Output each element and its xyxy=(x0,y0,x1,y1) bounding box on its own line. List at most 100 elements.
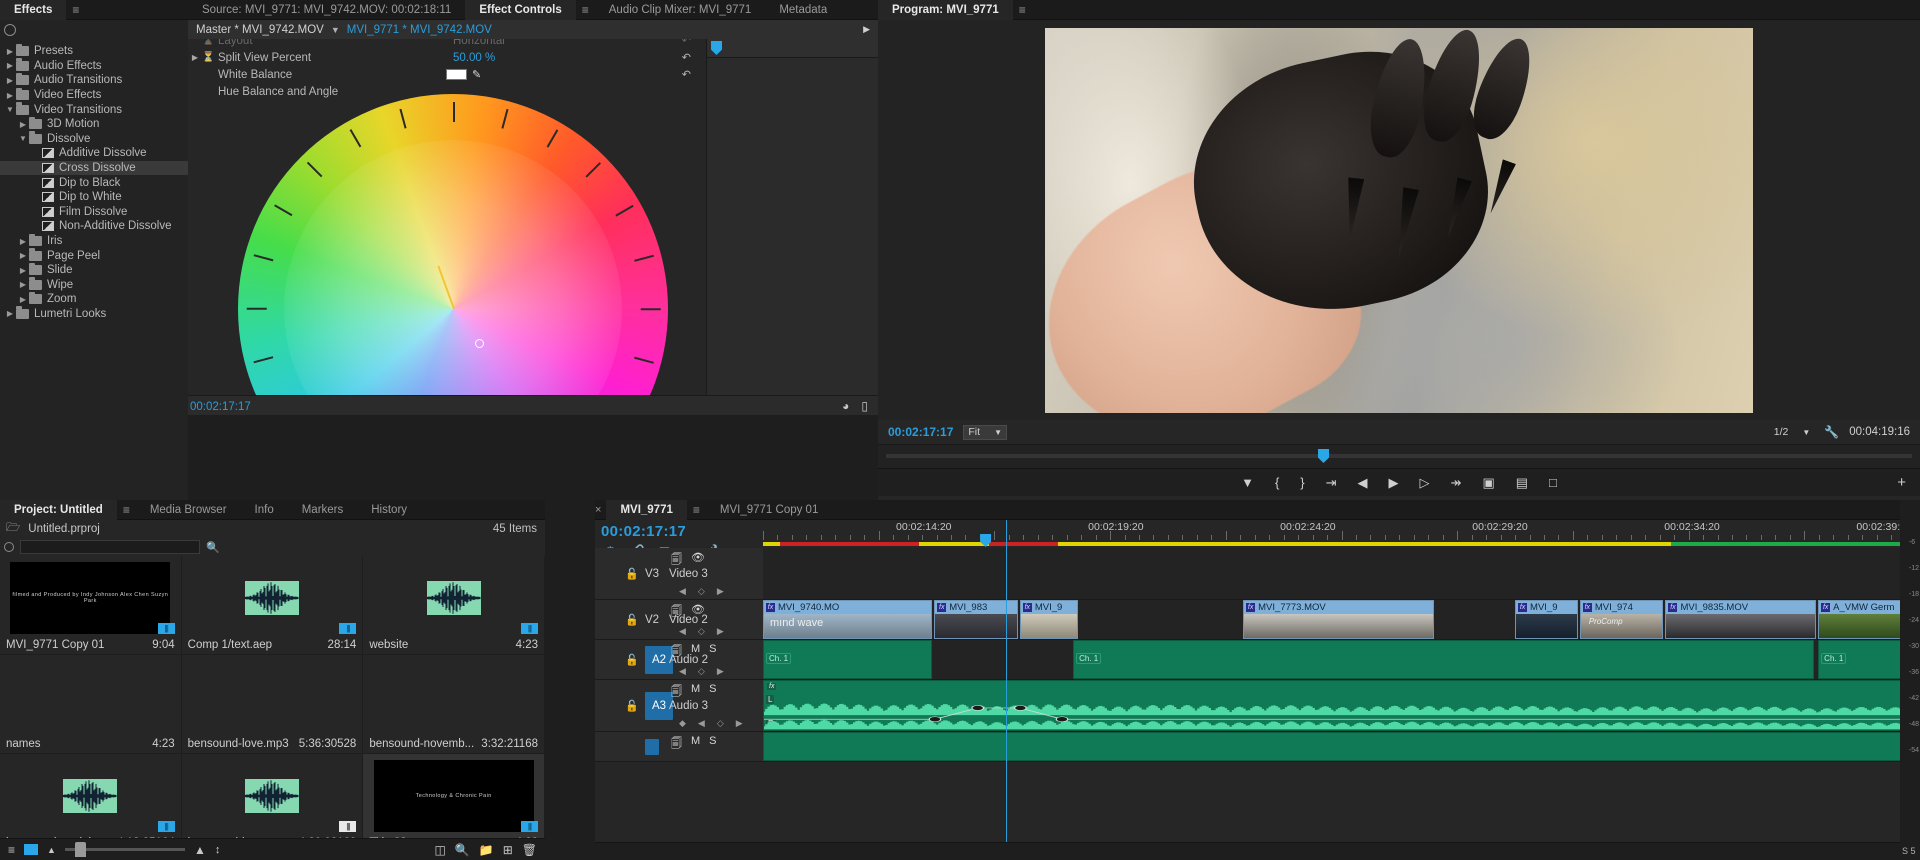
track-id-v2[interactable]: V2 xyxy=(645,614,659,626)
tab-media-browser[interactable]: Media Browser xyxy=(136,500,241,520)
video-clip[interactable]: fxMVI_974ProComp xyxy=(1580,600,1663,639)
track-header-v3[interactable]: 🔓V3Video 3🗐👁◀◇▶ xyxy=(595,548,763,599)
tab-markers[interactable]: Markers xyxy=(288,500,358,520)
zoom-out-icon[interactable]: ◕ xyxy=(842,399,849,413)
new-bin-icon[interactable]: 📁 xyxy=(479,843,494,857)
program-scrub-playhead[interactable] xyxy=(1318,449,1329,463)
project-item[interactable]: |||Comp 1/text.aep28:14 xyxy=(182,556,364,655)
effect-controls-timecode[interactable]: 00:02:17:17 xyxy=(190,401,251,413)
search-icon[interactable] xyxy=(4,542,14,552)
sync-lock-icon[interactable]: 🗐 xyxy=(671,735,682,754)
panel-menu-icon[interactable]: ≡ xyxy=(687,503,706,517)
zoom-level-select[interactable]: Fit ▼ xyxy=(963,425,1007,440)
effects-tree-item-wipe[interactable]: ▶Wipe xyxy=(0,278,188,293)
close-icon[interactable]: × xyxy=(595,504,606,516)
volume-keyframe-rubberband[interactable] xyxy=(764,681,1919,730)
eye-icon[interactable]: 👁 xyxy=(691,551,705,570)
twirl-icon[interactable]: ▶ xyxy=(17,237,29,246)
solo-icon[interactable]: S xyxy=(709,643,716,662)
mute-icon[interactable]: M xyxy=(691,683,700,702)
audio-clip[interactable]: Ch. 1 xyxy=(1073,640,1813,679)
icon-view-icon[interactable] xyxy=(24,844,38,855)
keyframe-nav-button[interactable]: ◀ xyxy=(679,626,686,637)
effects-tree-item-audio-transitions[interactable]: ▶Audio Transitions xyxy=(0,73,188,88)
go-to-in-button[interactable]: ⇥ xyxy=(1326,476,1337,489)
keyframe-nav-button[interactable]: ◇ xyxy=(698,626,705,637)
mute-icon[interactable]: M xyxy=(691,735,700,754)
mark-out-button[interactable]: } xyxy=(1300,476,1304,489)
twirl-icon[interactable]: ▶ xyxy=(4,309,16,318)
breadcrumb-master[interactable]: Master * MVI_9742.MOV xyxy=(196,24,324,36)
effects-tree-item-video-effects[interactable]: ▶Video Effects xyxy=(0,88,188,103)
tab-mvi-9771-copy-01[interactable]: MVI_9771 Copy 01 xyxy=(706,500,832,520)
program-video-frame[interactable] xyxy=(1045,28,1753,413)
lock-icon[interactable]: 🔓 xyxy=(625,567,639,580)
sync-lock-icon[interactable]: 🗐 xyxy=(671,603,682,622)
keyframe-nav-button[interactable]: ▶ xyxy=(717,666,724,677)
program-scrubber[interactable] xyxy=(878,444,1920,468)
effects-tree-item-dip-to-white[interactable]: Dip to White xyxy=(0,190,188,205)
video-clip[interactable]: fxMVI_983 xyxy=(934,600,1017,639)
effects-tree-item-audio-effects[interactable]: ▶Audio Effects xyxy=(0,59,188,74)
play-stop-button[interactable]: ▶ xyxy=(1389,476,1399,489)
audio-clip[interactable]: fxLR xyxy=(763,680,1920,731)
panel-menu-icon[interactable]: ≡ xyxy=(66,3,85,17)
reset-icon[interactable]: ↶ xyxy=(682,51,691,64)
sync-lock-icon[interactable]: 🗐 xyxy=(671,643,682,662)
tab-program-monitor[interactable]: Program: MVI_9771 xyxy=(878,0,1013,20)
effects-tree-item-3d-motion[interactable]: ▶3D Motion xyxy=(0,117,188,132)
sync-lock-icon[interactable]: 🗐 xyxy=(671,551,682,570)
twirl-icon[interactable]: ▶ xyxy=(188,53,202,62)
panel-menu-icon[interactable]: ≡ xyxy=(117,503,136,517)
twirl-icon[interactable]: ▼ xyxy=(4,105,16,114)
program-timecode[interactable]: 00:02:17:17 xyxy=(888,425,953,439)
keyframe-nav-button[interactable]: ◀ xyxy=(698,718,705,729)
video-clip[interactable]: fxMVI_9835.MOV xyxy=(1665,600,1815,639)
project-search-input[interactable] xyxy=(20,540,200,554)
search-icon[interactable] xyxy=(4,24,16,36)
keyframe-nav-button[interactable]: ▶ xyxy=(717,586,724,597)
reset-icon[interactable]: ↶ xyxy=(682,39,691,47)
effects-tree-item-zoom[interactable]: ▶Zoom xyxy=(0,292,188,307)
effects-tree-item-dissolve[interactable]: ▼Dissolve xyxy=(0,132,188,147)
resolution-select[interactable]: 1/2 ▼ xyxy=(1770,425,1815,440)
video-clip[interactable]: fxMVI_7773.MOV xyxy=(1243,600,1434,639)
keyframe-nav-button[interactable]: ◀ xyxy=(679,666,686,677)
effects-tree-item-non-additive-dissolve[interactable]: Non-Additive Dissolve xyxy=(0,219,188,234)
video-clip[interactable]: fxMVI_9 xyxy=(1515,600,1577,639)
track-id-v3[interactable]: V3 xyxy=(645,568,659,580)
export-frame-button[interactable]: □ xyxy=(1549,476,1557,489)
color-wheel[interactable] xyxy=(238,94,668,415)
button-editor-icon[interactable]: + xyxy=(1897,475,1906,490)
twirl-icon[interactable]: ▶ xyxy=(4,76,16,85)
tab-source[interactable]: Source: MVI_9771: MVI_9742.MOV: 00:02:18… xyxy=(188,0,465,20)
chevron-down-icon[interactable]: ▼ xyxy=(331,25,340,35)
color-wheel-handle[interactable] xyxy=(475,339,484,348)
tab-history[interactable]: History xyxy=(357,500,421,520)
track-header-a2[interactable]: 🔓A2Audio 2🗐MS◀◇▶ xyxy=(595,640,763,679)
twirl-icon[interactable]: ▶ xyxy=(17,251,29,260)
twirl-icon[interactable]: ▶ xyxy=(17,280,29,289)
track-header-v2[interactable]: 🔓V2Video 2🗐👁◀◇▶ xyxy=(595,600,763,639)
effects-tree-item-presets[interactable]: ▶Presets xyxy=(0,44,188,59)
eye-icon[interactable]: 👁 xyxy=(691,603,705,622)
find-icon[interactable]: 🔍 xyxy=(455,843,470,857)
timeline-playhead-timecode[interactable]: 00:02:17:17 xyxy=(595,520,763,540)
track-header-extra[interactable]: 🗐MS xyxy=(595,732,763,761)
effects-tree-item-page-peel[interactable]: ▶Page Peel xyxy=(0,248,188,263)
eyedropper-icon[interactable]: ✎ xyxy=(472,68,481,81)
audio-clip[interactable] xyxy=(763,732,1920,761)
keyframe-nav-button[interactable]: ◇ xyxy=(698,666,705,677)
lock-icon[interactable]: 🔓 xyxy=(625,613,639,626)
white-balance-swatch[interactable] xyxy=(446,69,467,80)
twirl-icon[interactable]: ▶ xyxy=(4,47,16,56)
project-item[interactable]: names4:23 xyxy=(0,655,182,754)
extract-button[interactable]: ▤ xyxy=(1516,476,1528,489)
keyframe-nav-button[interactable]: ▶ xyxy=(717,626,724,637)
effects-tree-item-lumetri-looks[interactable]: ▶Lumetri Looks xyxy=(0,307,188,322)
step-back-button[interactable]: ◀ xyxy=(1358,476,1368,489)
freeform-view-icon[interactable]: ◫ xyxy=(434,843,445,857)
project-item[interactable]: filmed and Produced by Indy Johnson Alex… xyxy=(0,556,182,655)
property-layout[interactable]: ⏳ Layout Horizontal ↶ xyxy=(188,39,706,48)
solo-icon[interactable]: S xyxy=(709,683,716,702)
